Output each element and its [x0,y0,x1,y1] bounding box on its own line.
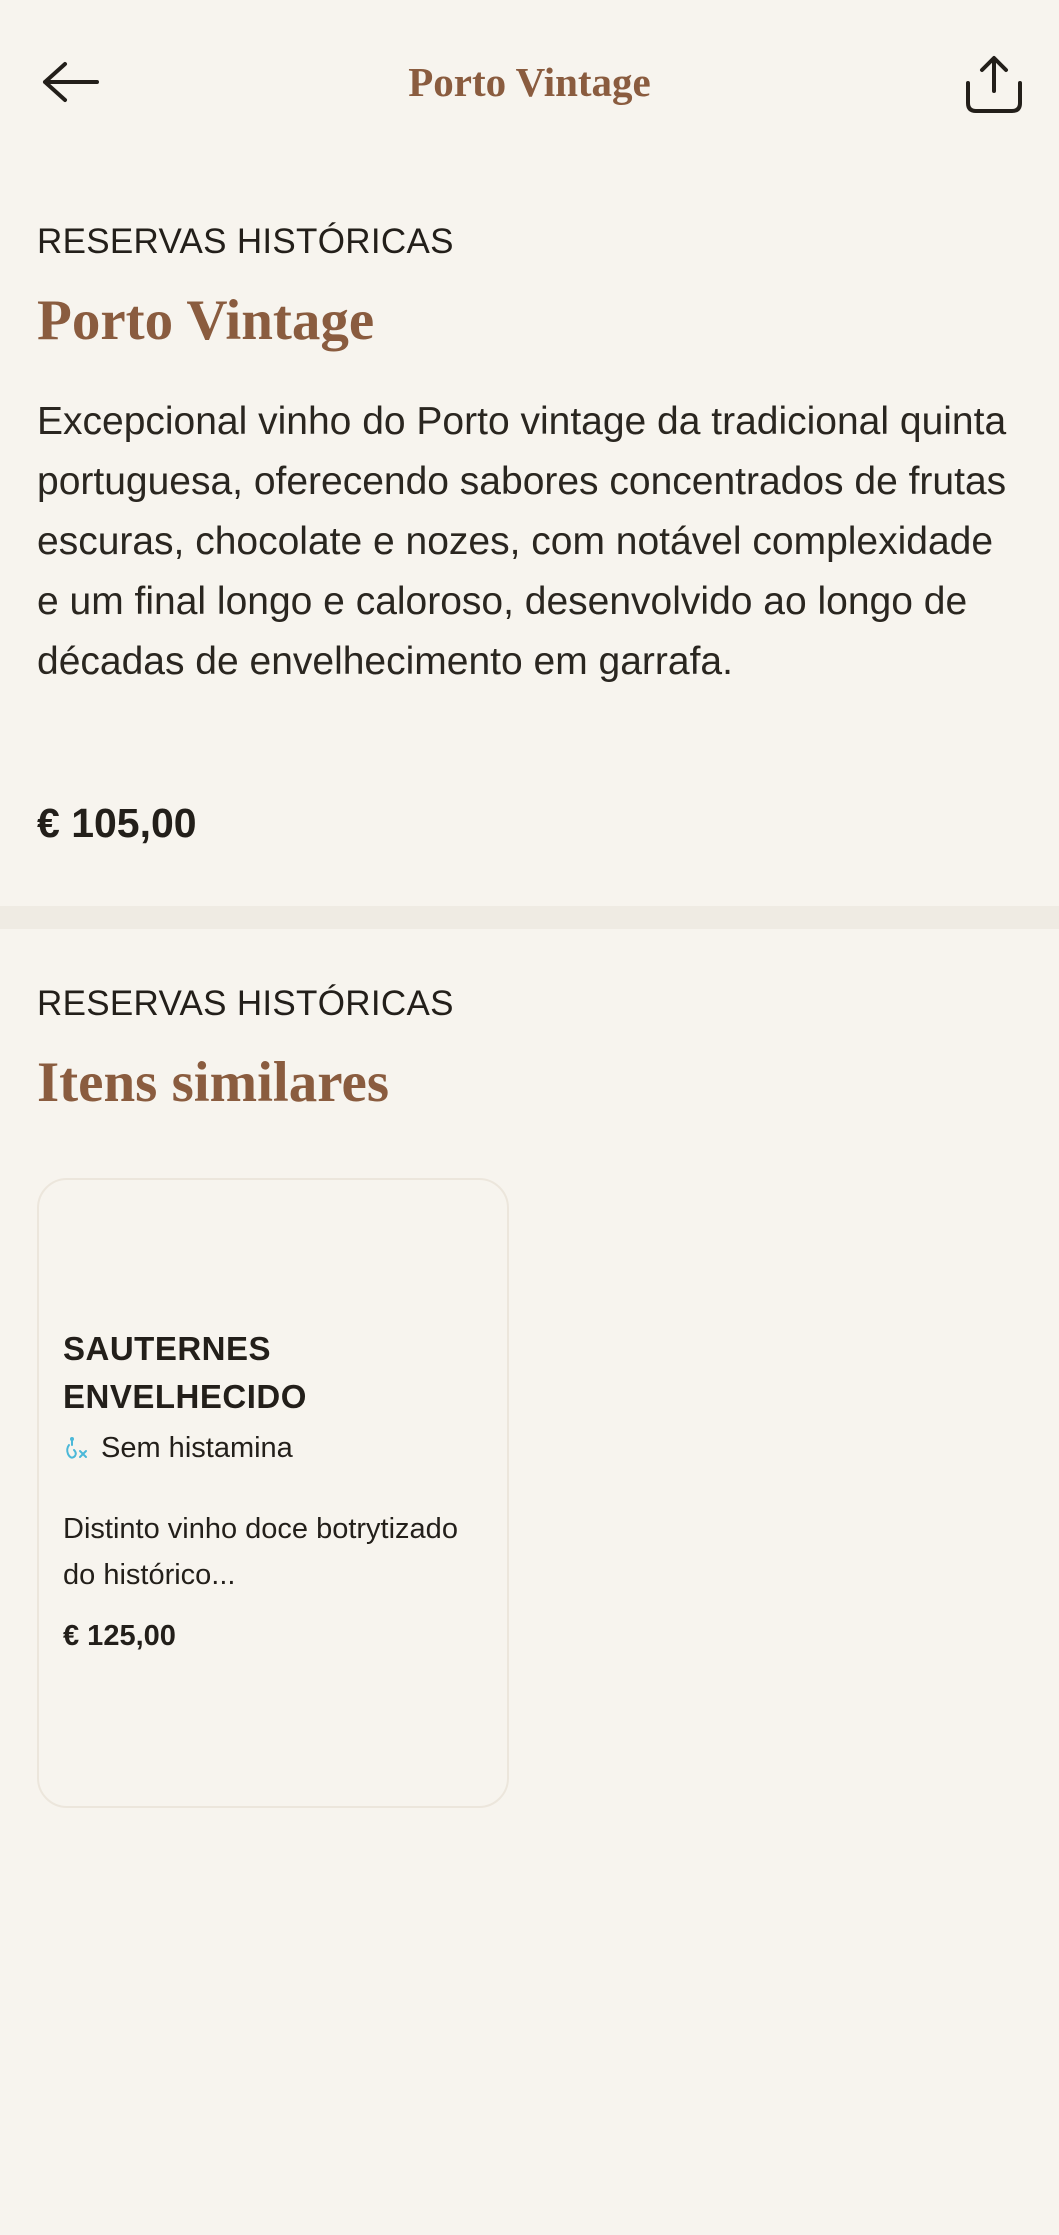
product-price: € 105,00 [37,800,197,846]
product-title: Porto Vintage [37,289,375,352]
similar-category: RESERVAS HISTÓRICAS [37,984,454,1023]
similar-item-tag-label: Sem histamina [101,1432,293,1464]
share-upload-icon [966,56,1022,113]
similar-item-tag: Sem histamina [63,1432,293,1465]
similar-items-title: Itens similares [37,1051,390,1114]
header-title: Porto Vintage [408,59,651,105]
histamine-free-icon [66,1436,87,1459]
similar-item-name: SAUTERNES ENVELHECIDO [63,1330,307,1415]
section-divider [0,906,1059,929]
product-category: RESERVAS HISTÓRICAS [37,222,454,261]
top-bar: Porto Vintage [0,0,1059,172]
share-button[interactable] [959,48,1029,120]
similar-item-card[interactable]: SAUTERNES ENVELHECIDO Sem histamina Dist… [37,1178,509,1808]
similar-item-description: Distinto vinho doce botrytizado do histó… [63,1513,458,1591]
product-description: Excepcional vinho do Porto vintage da tr… [37,400,1007,683]
similar-item-price: € 125,00 [63,1620,176,1652]
